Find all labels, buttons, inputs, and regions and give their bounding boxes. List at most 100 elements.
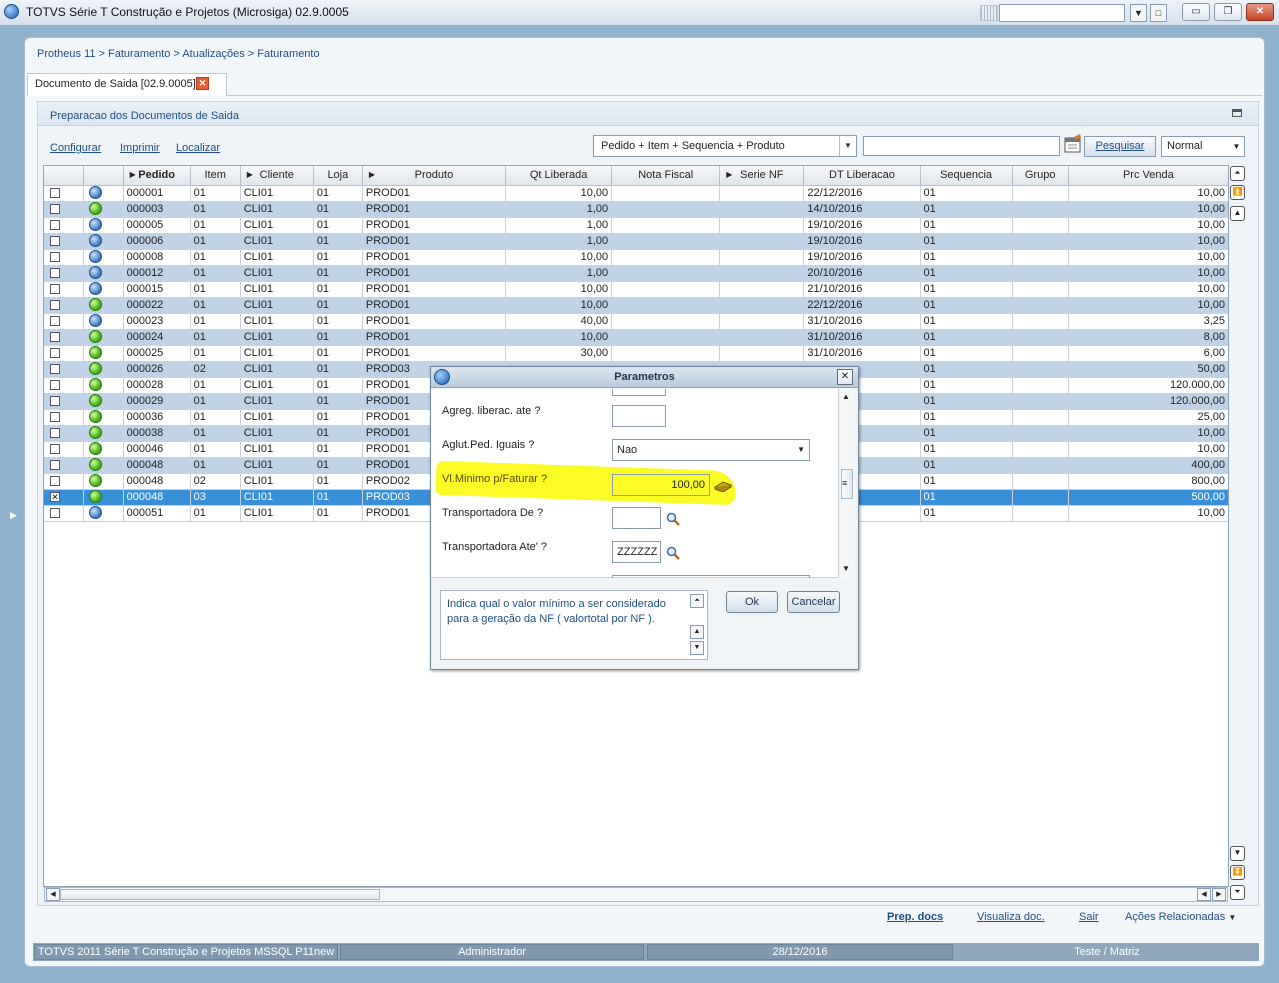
row-checkbox-cell[interactable] (44, 297, 84, 314)
scroll-up-icon[interactable]: ▲ (842, 392, 850, 401)
expand-arrow-icon[interactable]: ▶ (10, 510, 17, 521)
prev-param-field[interactable] (612, 389, 666, 396)
maximize-panel-icon[interactable]: □ (1150, 4, 1167, 22)
calculator-icon[interactable] (713, 480, 733, 492)
row-checkbox-cell[interactable] (44, 265, 84, 282)
row-checkbox-cell[interactable] (44, 313, 84, 330)
row-checkbox-cell[interactable] (44, 409, 84, 426)
minimize-panel-icon[interactable] (1232, 109, 1242, 117)
help-scroll-down-icon[interactable]: ▼ (690, 641, 704, 655)
tab-close-icon[interactable]: ✕ (196, 77, 209, 90)
row-checkbox[interactable] (50, 283, 60, 294)
search-input[interactable] (863, 136, 1060, 156)
chevron-down-icon[interactable]: ▼ (839, 136, 856, 156)
row-checkbox[interactable] (50, 299, 60, 310)
transp-de-field[interactable] (612, 507, 661, 529)
row-checkbox[interactable] (50, 363, 60, 374)
column-header-13[interactable]: Prc Venda (1068, 166, 1228, 186)
next-param-field[interactable] (612, 575, 810, 578)
transp-ate-field[interactable]: ZZZZZZ (612, 541, 661, 563)
row-checkbox[interactable] (50, 251, 60, 262)
column-header-2[interactable]: ▶ Pedido (123, 166, 191, 186)
table-row[interactable]: 000023 01 CLI01 01 PROD01 40,00 31/10/2016 01 3,… (44, 313, 1228, 330)
help-scroll-up-icon[interactable]: ▲ (690, 625, 704, 639)
row-checkbox[interactable]: ✕ (50, 491, 60, 502)
row-checkbox-cell[interactable] (44, 425, 84, 442)
row-checkbox[interactable] (50, 459, 60, 470)
row-checkbox-cell[interactable] (44, 441, 84, 458)
row-checkbox[interactable] (50, 235, 60, 246)
row-checkbox[interactable] (50, 219, 60, 230)
help-scroll-top-icon[interactable]: ⏶ (690, 594, 704, 608)
horizontal-scrollbar[interactable]: ◀ ◀ ▶ (44, 887, 1228, 902)
move-up-fast-icon[interactable]: ⏫ (1230, 185, 1245, 200)
column-header-7[interactable]: Qt Liberada (505, 166, 613, 186)
column-header-6[interactable]: ▶ Produto (362, 166, 507, 186)
table-row[interactable]: 000008 01 CLI01 01 PROD01 10,00 19/10/2016 01 10… (44, 249, 1228, 266)
row-checkbox[interactable] (50, 411, 60, 422)
row-checkbox-cell[interactable] (44, 505, 84, 522)
search-icon[interactable] (666, 512, 680, 526)
row-checkbox[interactable] (50, 203, 60, 214)
column-header-11[interactable]: Sequencia (920, 166, 1013, 186)
column-header-12[interactable]: Grupo (1012, 166, 1069, 186)
move-down-icon[interactable]: ▼ (1230, 846, 1245, 861)
visualiza-doc-link[interactable]: Visualiza doc. (977, 911, 1045, 923)
row-checkbox[interactable] (50, 395, 60, 406)
row-checkbox[interactable] (50, 379, 60, 390)
row-checkbox-cell[interactable] (44, 249, 84, 266)
table-row[interactable]: 000003 01 CLI01 01 PROD01 1,00 14/10/2016 01 10,… (44, 201, 1228, 218)
row-checkbox-cell[interactable] (44, 393, 84, 410)
column-header-10[interactable]: DT Liberacao (803, 166, 921, 186)
chevron-down-icon[interactable]: ▼ (797, 445, 805, 454)
aglut-select[interactable]: Nao ▼ (612, 439, 810, 461)
column-header-1[interactable] (83, 166, 124, 186)
row-checkbox-cell[interactable] (44, 345, 84, 362)
search-order-select[interactable]: Pedido + Item + Sequencia + Produto ▼ (593, 135, 857, 157)
row-checkbox-cell[interactable] (44, 281, 84, 298)
grip-icon[interactable] (980, 5, 998, 21)
row-checkbox-cell[interactable] (44, 457, 84, 474)
row-checkbox-cell[interactable] (44, 361, 84, 378)
row-checkbox[interactable] (50, 187, 60, 198)
move-up-icon[interactable]: ▲ (1230, 206, 1245, 221)
prep-docs-link[interactable]: Prep. docs (887, 911, 943, 923)
row-checkbox-cell[interactable] (44, 329, 84, 346)
scroll-down-icon[interactable]: ▼ (842, 564, 850, 573)
restore-button[interactable]: ❐ (1214, 3, 1242, 21)
row-checkbox-cell[interactable] (44, 217, 84, 234)
row-checkbox[interactable] (50, 507, 60, 518)
row-checkbox[interactable] (50, 427, 60, 438)
row-checkbox-cell[interactable]: ✕ (44, 489, 84, 506)
scroll-thumb[interactable] (60, 889, 380, 900)
close-button[interactable]: ✕ (1246, 3, 1274, 21)
table-row[interactable]: 000012 01 CLI01 01 PROD01 1,00 20/10/2016 01 10,… (44, 265, 1228, 282)
table-row[interactable]: 000001 01 CLI01 01 PROD01 10,00 22/12/2016 01 10… (44, 185, 1228, 202)
column-header-0[interactable] (44, 166, 84, 186)
row-checkbox[interactable] (50, 315, 60, 326)
row-checkbox-cell[interactable] (44, 201, 84, 218)
column-header-9[interactable]: ▶ Serie NF (719, 166, 805, 186)
table-row[interactable]: 000015 01 CLI01 01 PROD01 10,00 21/10/2016 01 10… (44, 281, 1228, 298)
scroll-right-icon[interactable]: ▶ (1212, 888, 1226, 901)
ok-button[interactable]: Ok (726, 591, 778, 613)
table-row[interactable]: 000006 01 CLI01 01 PROD01 1,00 19/10/2016 01 10,… (44, 233, 1228, 250)
mode-select[interactable]: Normal ▼ (1161, 136, 1245, 157)
localizar-link[interactable]: Localizar (176, 142, 220, 154)
row-checkbox[interactable] (50, 347, 60, 358)
search-icon[interactable] (666, 546, 680, 560)
calendar-icon[interactable] (1064, 134, 1082, 154)
environment-combo[interactable] (999, 4, 1125, 22)
scroll-left-icon[interactable]: ◀ (46, 888, 60, 901)
row-checkbox-cell[interactable] (44, 473, 84, 490)
configurar-link[interactable]: Configurar (50, 142, 101, 154)
table-row[interactable]: 000024 01 CLI01 01 PROD01 10,00 31/10/2016 01 8,… (44, 329, 1228, 346)
dialog-close-button[interactable]: ✕ (837, 369, 853, 385)
row-checkbox[interactable] (50, 267, 60, 278)
vlmin-field[interactable]: 100,00 (612, 474, 710, 496)
move-top-icon[interactable]: ⏶ (1230, 166, 1245, 181)
imprimir-link[interactable]: Imprimir (120, 142, 160, 154)
row-checkbox-cell[interactable] (44, 185, 84, 202)
column-header-8[interactable]: Nota Fiscal (611, 166, 721, 186)
scroll-left-icon[interactable]: ◀ (1197, 888, 1211, 901)
